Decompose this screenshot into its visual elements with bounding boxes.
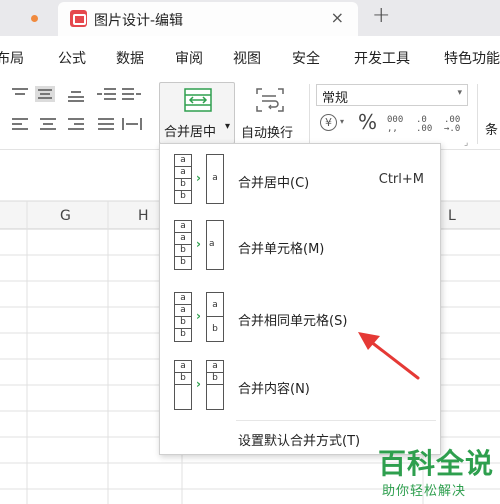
unsaved-dot-icon	[31, 15, 38, 22]
align-left-icon[interactable]	[10, 116, 30, 132]
menu-formula[interactable]: 公式	[58, 48, 86, 68]
ribbon-toolbar: 合并居中 ▾ 自动换行 常规 ▾ ¥ ▾ % 000 ‚, .0 .00 .00…	[0, 78, 500, 150]
align-center-icon[interactable]	[38, 116, 58, 132]
merge-center-icon: a a b b › a	[174, 154, 228, 204]
tab-bar: 图片设计-编辑 × +	[0, 0, 500, 36]
menu-item-label: 合并单元格(M)	[238, 242, 325, 257]
tab-title: 图片设计-编辑	[94, 13, 184, 29]
merge-center-icon	[184, 88, 212, 112]
ribbon-divider	[477, 84, 478, 144]
currency-icon: ¥	[320, 114, 337, 131]
tab-inactive[interactable]	[0, 0, 56, 36]
align-middle-icon[interactable]	[35, 86, 55, 102]
merge-same-cells-icon: a a b b › a b	[174, 292, 228, 342]
wrap-text-button[interactable]: 自动换行	[238, 82, 304, 144]
new-tab-button[interactable]: +	[372, 3, 390, 28]
merge-options-menu: a a b b › a 合并居中(C) Ctrl+M a a b b › a 合…	[159, 143, 441, 455]
red-arrow-icon	[358, 332, 420, 380]
menu-item-label: 合并内容(N)	[238, 382, 310, 397]
increase-decimal-icon[interactable]: .0 .00	[416, 116, 438, 138]
chevron-down-icon: ▾	[457, 88, 462, 98]
watermark-logo: 百科全说 助你轻松解决	[366, 442, 500, 504]
watermark-title: 百科全说	[378, 447, 495, 480]
chevron-down-icon: ▾	[225, 121, 231, 132]
menu-bar: 布局 公式 数据 审阅 视图 安全 开发工具 特色功能	[0, 36, 500, 78]
wrap-text-label: 自动换行	[241, 126, 294, 141]
distribute-icon[interactable]	[122, 116, 142, 132]
justify-icon[interactable]	[96, 116, 116, 132]
menu-item-merge-cells[interactable]: a a b b › a 合并单元格(M)	[160, 216, 440, 274]
merge-content-icon: a b › a b	[174, 360, 228, 410]
currency-format-button[interactable]: ¥ ▾	[318, 114, 345, 134]
align-bottom-icon[interactable]	[66, 86, 86, 102]
menu-view[interactable]: 视图	[233, 48, 261, 68]
ribbon-divider	[309, 84, 310, 144]
merge-center-button[interactable]: 合并居中 ▾	[159, 82, 235, 144]
number-format-value: 常规	[322, 91, 349, 106]
increase-indent-icon[interactable]	[122, 86, 142, 102]
menu-review[interactable]: 审阅	[175, 48, 203, 68]
menu-data[interactable]: 数据	[116, 48, 144, 68]
decrease-indent-icon[interactable]	[96, 86, 116, 102]
watermark-subtitle: 助你轻松解决	[382, 484, 467, 499]
close-icon[interactable]: ×	[331, 8, 344, 27]
column-header-g[interactable]: G	[60, 208, 71, 224]
merge-center-label: 合并居中	[164, 125, 217, 140]
tab-document[interactable]: 图片设计-编辑 ×	[58, 2, 358, 36]
percent-icon[interactable]: %	[358, 110, 377, 134]
number-format-select[interactable]: 常规 ▾	[316, 84, 468, 106]
menu-item-label: 合并相同单元格(S)	[238, 314, 348, 329]
menu-divider	[236, 420, 436, 421]
shortcut-label: Ctrl+M	[378, 172, 424, 187]
menu-item-label: 设置默认合并方式(T)	[238, 434, 361, 449]
thousands-separator-icon[interactable]: 000 ‚,	[387, 116, 409, 138]
menu-layout[interactable]: 布局	[0, 48, 24, 68]
menu-special-features[interactable]: 特色功能	[444, 48, 500, 68]
next-group-label[interactable]: 条	[485, 119, 498, 138]
merge-cells-icon: a a b b › a	[174, 220, 228, 270]
menu-item-merge-center[interactable]: a a b b › a 合并居中(C) Ctrl+M	[160, 150, 440, 208]
decrease-decimal-icon[interactable]: .00 →.0	[444, 116, 468, 138]
column-header-l[interactable]: L	[448, 208, 456, 224]
dialog-launcher-icon[interactable]: ⌟	[464, 138, 468, 148]
menu-security[interactable]: 安全	[292, 48, 320, 68]
align-top-icon[interactable]	[10, 86, 30, 102]
wrap-text-icon	[256, 88, 284, 112]
align-right-icon[interactable]	[66, 116, 86, 132]
chevron-down-icon: ▾	[340, 117, 345, 126]
column-header-h[interactable]: H	[138, 208, 149, 224]
menu-developer-tools[interactable]: 开发工具	[354, 48, 410, 68]
image-file-icon	[70, 10, 87, 27]
menu-item-label: 合并居中(C)	[238, 176, 310, 191]
